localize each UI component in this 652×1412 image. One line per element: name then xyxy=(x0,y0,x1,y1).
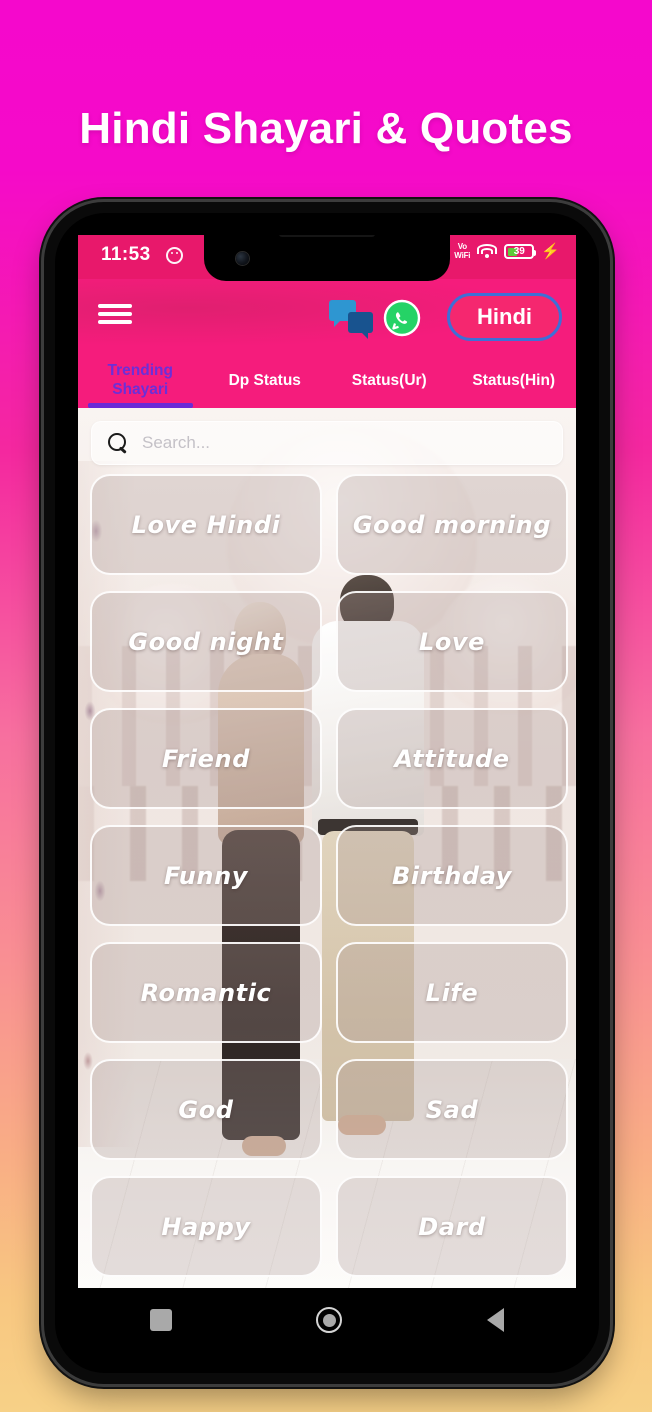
front-camera-icon xyxy=(236,252,249,265)
whatsapp-icon[interactable] xyxy=(382,298,422,338)
phone-screen: 11:53 Vo WiFi 39 ⚡ Hindi Trending Shayar… xyxy=(78,235,576,1352)
tab-status-ur[interactable]: Status(Ur) xyxy=(327,352,452,408)
page-title: Hindi Shayari & Quotes xyxy=(79,104,573,153)
phone-mockup: 11:53 Vo WiFi 39 ⚡ Hindi Trending Shayar… xyxy=(44,202,610,1384)
category-happy[interactable]: Happy xyxy=(90,1176,322,1277)
tab-trending-shayari[interactable]: Trending Shayari xyxy=(78,352,203,408)
earpiece-speaker xyxy=(279,235,375,237)
category-birthday[interactable]: Birthday xyxy=(336,825,568,926)
tab-dp-status[interactable]: Dp Status xyxy=(203,352,328,408)
tab-bar: Trending Shayari Dp Status Status(Ur) St… xyxy=(78,352,576,408)
category-grid: Love Hindi Good morning Good night Love … xyxy=(90,474,576,1277)
category-friend[interactable]: Friend xyxy=(90,708,322,809)
phone-notch xyxy=(204,235,450,281)
search-icon xyxy=(108,433,128,453)
chat-bubbles-icon[interactable] xyxy=(329,299,373,339)
category-dard[interactable]: Dard xyxy=(336,1176,568,1277)
category-attitude[interactable]: Attitude xyxy=(336,708,568,809)
language-selector-button[interactable]: Hindi xyxy=(447,293,562,341)
smiley-face-icon xyxy=(166,247,183,264)
phone-bezel: 11:53 Vo WiFi 39 ⚡ Hindi Trending Shayar… xyxy=(55,213,599,1373)
category-good-night[interactable]: Good night xyxy=(90,591,322,692)
status-bar-time: 11:53 xyxy=(101,244,151,265)
back-triangle-icon[interactable] xyxy=(486,1308,504,1332)
content-area: Search... Love Hindi Good morning Good n… xyxy=(78,408,576,1288)
recents-square-icon[interactable] xyxy=(150,1309,173,1331)
category-love[interactable]: Love xyxy=(336,591,568,692)
tab-status-hin[interactable]: Status(Hin) xyxy=(452,352,577,408)
category-life[interactable]: Life xyxy=(336,942,568,1043)
category-god[interactable]: God xyxy=(90,1059,322,1160)
category-romantic[interactable]: Romantic xyxy=(90,942,322,1043)
search-input[interactable]: Search... xyxy=(142,433,210,453)
category-sad[interactable]: Sad xyxy=(336,1059,568,1160)
category-good-morning[interactable]: Good morning xyxy=(336,474,568,575)
app-header: Hindi xyxy=(78,279,576,352)
status-bar-indicators: Vo WiFi 39 ⚡ xyxy=(430,242,560,260)
wifi-icon xyxy=(477,244,498,259)
charging-bolt-icon: ⚡ xyxy=(541,243,560,260)
battery-percent-label: 39 xyxy=(513,246,525,257)
category-funny[interactable]: Funny xyxy=(90,825,322,926)
vowifi-line-2: WiFi xyxy=(454,250,471,260)
android-nav-bar xyxy=(78,1288,576,1352)
vowifi-icon: Vo WiFi xyxy=(454,242,471,260)
category-love-hindi[interactable]: Love Hindi xyxy=(90,474,322,575)
home-circle-icon[interactable] xyxy=(316,1307,343,1333)
battery-icon: 39 xyxy=(504,244,537,259)
hamburger-menu-icon[interactable] xyxy=(98,301,132,327)
search-bar[interactable]: Search... xyxy=(91,421,563,465)
